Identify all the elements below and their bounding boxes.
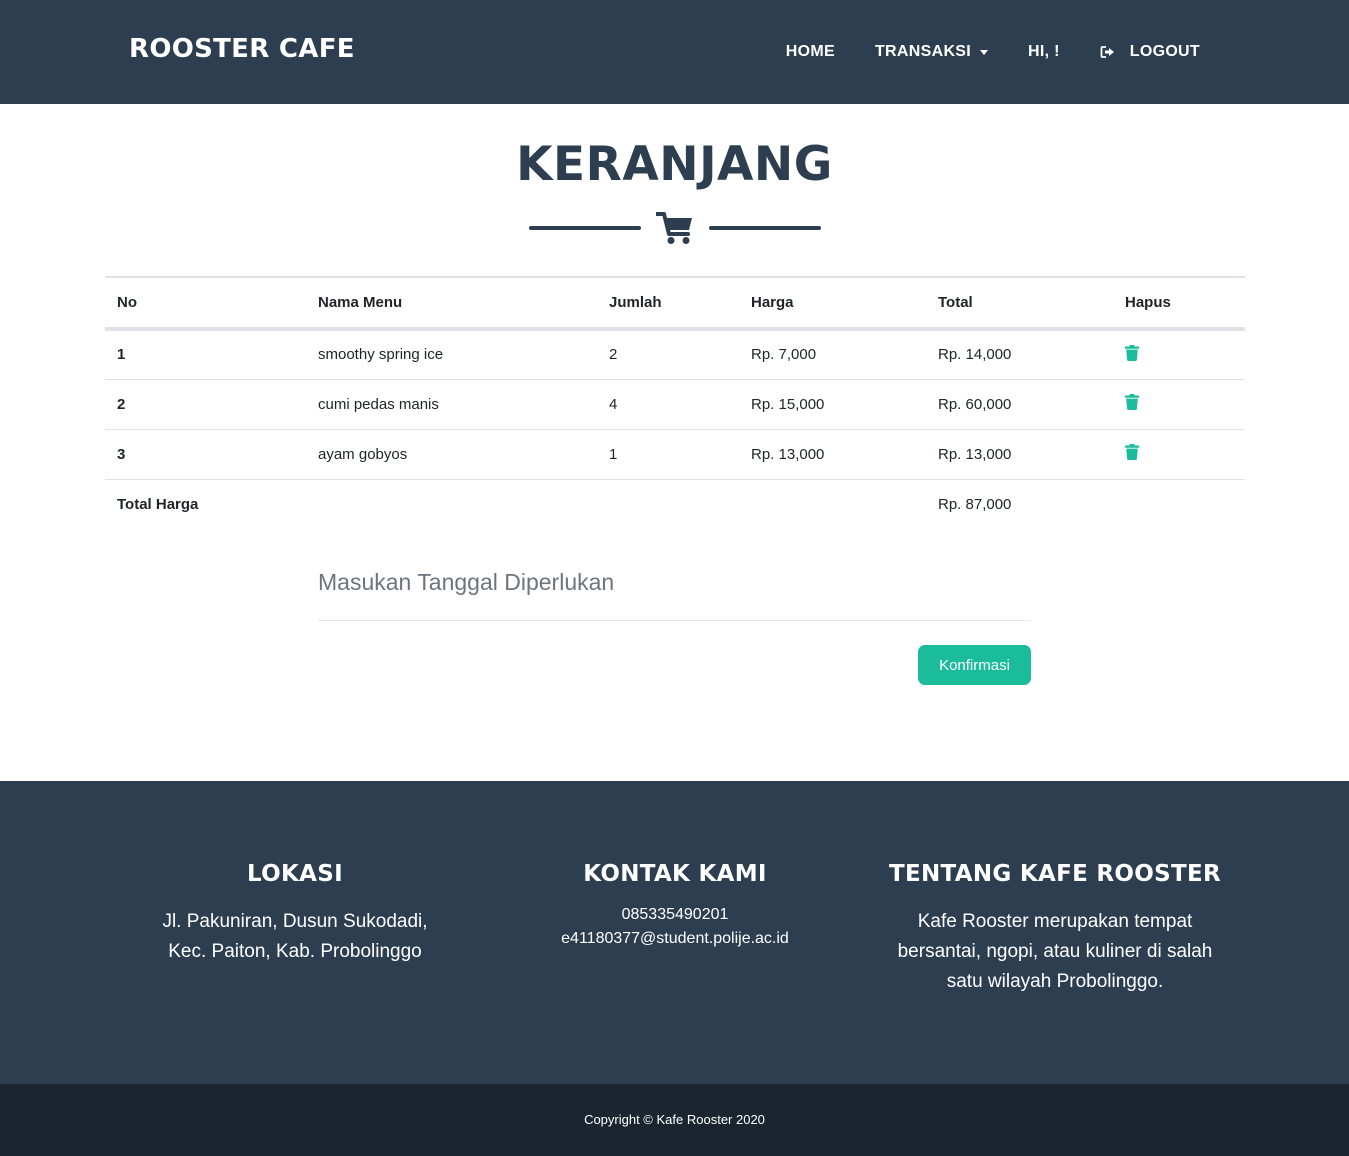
confirm-button[interactable]: Konfirmasi [918, 645, 1031, 685]
trash-icon[interactable] [1125, 394, 1139, 410]
caret-down-icon [980, 49, 989, 55]
header-harga: Harga [739, 276, 926, 331]
cell-menu: cumi pedas manis [306, 379, 597, 430]
nav-logout[interactable]: LOGOUT [1100, 43, 1200, 61]
cell-total: Rp. 60,000 [926, 379, 1113, 430]
nav-menu: HOME TRANSAKSI HI, ! LOGOUT [786, 40, 1200, 64]
navbar: ROOSTER CAFE HOME TRANSAKSI HI, ! LOGOUT [0, 0, 1349, 104]
table-row: 1 smoothy spring ice 2 Rp. 7,000 Rp. 14,… [105, 329, 1245, 380]
nav-logout-label: LOGOUT [1129, 43, 1200, 60]
cell-harga: Rp. 13,000 [739, 429, 926, 480]
trash-icon[interactable] [1125, 344, 1139, 361]
location-line-1: Jl. Pakuniran, Dusun Sukodadi, [162, 911, 428, 932]
header-hapus: Hapus [1113, 276, 1245, 331]
divider-line-right [709, 226, 821, 230]
total-value: Rp. 87,000 [938, 495, 1012, 513]
footer-location: LOKASI Jl. Pakuniran, Dusun Sukodadi, Ke… [105, 861, 485, 967]
sign-out-icon [1100, 44, 1116, 60]
table-row: 3 ayam gobyos 1 Rp. 13,000 Rp. 13,000 [105, 429, 1245, 480]
cell-menu: ayam gobyos [306, 429, 597, 480]
brand-logo[interactable]: ROOSTER CAFE [129, 34, 355, 64]
cell-hapus [1113, 379, 1245, 430]
nav-transaksi-label: TRANSAKSI [874, 43, 972, 60]
shopping-cart-icon [655, 211, 694, 245]
contact-email: e41180377@student.polije.ac.id [561, 930, 789, 947]
nav-user-label: HI, ! [1028, 43, 1060, 60]
cell-hapus [1113, 429, 1245, 480]
cell-menu: smoothy spring ice [306, 329, 597, 380]
cell-no: 2 [105, 379, 306, 430]
page-title: KERANJANG [516, 137, 833, 192]
nav-home-label: HOME [785, 43, 835, 60]
cart-table: No Nama Menu Jumlah Harga Total Hapus 1 … [105, 276, 1245, 529]
header-nama-menu: Nama Menu [306, 276, 597, 331]
cell-hapus [1113, 329, 1245, 380]
nav-home[interactable]: HOME [786, 43, 835, 61]
footer: LOKASI Jl. Pakuniran, Dusun Sukodadi, Ke… [0, 781, 1349, 1084]
footer-contact: KONTAK KAMI 085335490201 e41180377@stude… [485, 861, 865, 951]
total-row: Total Harga Rp. 87,000 [105, 479, 1245, 529]
nav-transaksi-dropdown[interactable]: TRANSAKSI [874, 43, 989, 61]
nav-user-greeting[interactable]: HI, ! [1028, 43, 1060, 61]
trash-icon[interactable] [1125, 444, 1139, 460]
header-no: No [105, 276, 306, 331]
footer-contact-title: KONTAK KAMI [583, 861, 767, 887]
divider-line-left [529, 226, 641, 230]
footer-location-title: LOKASI [247, 861, 343, 887]
copyright-text: Copyright © Kafe Rooster 2020 [584, 1112, 765, 1127]
table-header-row: No Nama Menu Jumlah Harga Total Hapus [105, 276, 1245, 331]
cell-no: 3 [105, 429, 306, 480]
date-needed-input[interactable] [318, 545, 1031, 621]
cell-harga: Rp. 15,000 [739, 379, 926, 430]
table-row: 2 cumi pedas manis 4 Rp. 15,000 Rp. 60,0… [105, 379, 1245, 430]
title-divider [529, 211, 821, 245]
total-label: Total Harga [117, 495, 199, 513]
cell-total: Rp. 13,000 [926, 429, 1113, 480]
footer-about-title: TENTANG KAFE ROOSTER [888, 861, 1222, 887]
cell-jumlah: 2 [597, 329, 739, 380]
about-line-2: bersantai, ngopi, atau kuliner di salah [897, 941, 1213, 962]
cell-harga: Rp. 7,000 [739, 329, 926, 380]
cell-jumlah: 4 [597, 379, 739, 430]
footer-about: TENTANG KAFE ROOSTER Kafe Rooster merupa… [865, 861, 1245, 997]
cell-jumlah: 1 [597, 429, 739, 480]
cell-total: Rp. 14,000 [926, 329, 1113, 380]
copyright-bar: Copyright © Kafe Rooster 2020 [0, 1084, 1349, 1156]
header-jumlah: Jumlah [597, 276, 739, 331]
about-line-1: Kafe Rooster merupakan tempat [917, 911, 1193, 932]
header-total: Total [926, 276, 1113, 331]
about-line-3: satu wilayah Probolinggo. [946, 971, 1164, 992]
contact-phone: 085335490201 [621, 906, 729, 923]
cell-no: 1 [105, 329, 306, 380]
location-line-2: Kec. Paiton, Kab. Probolinggo [168, 941, 422, 962]
